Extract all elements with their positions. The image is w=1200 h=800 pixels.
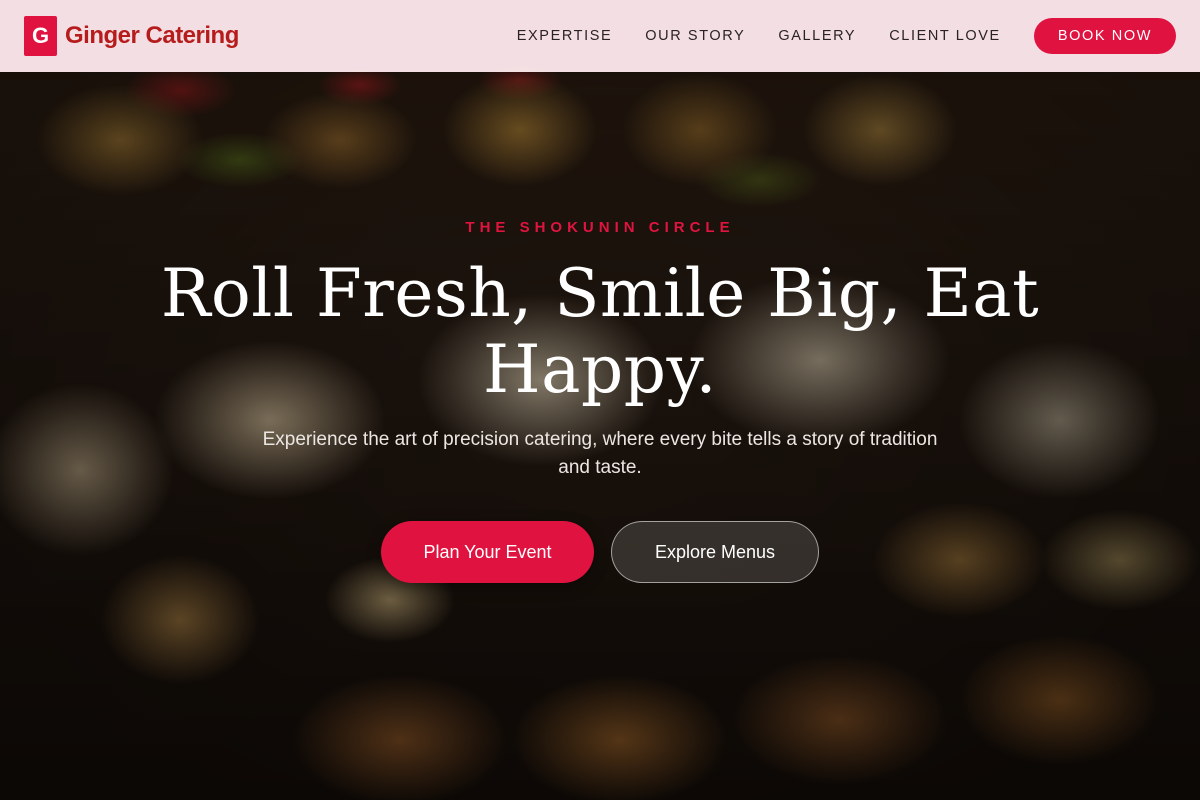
nav-link-client-love[interactable]: CLIENT LOVE <box>889 28 1001 44</box>
nav-link-expertise[interactable]: EXPERTISE <box>517 28 613 44</box>
brand-name: Ginger Catering <box>65 22 239 49</box>
logo-mark-icon: G <box>24 16 57 56</box>
plan-event-button[interactable]: Plan Your Event <box>381 521 594 583</box>
nav-link-gallery[interactable]: GALLERY <box>778 28 856 44</box>
nav-link-our-story[interactable]: OUR STORY <box>645 28 745 44</box>
brand-logo-link[interactable]: G Ginger Catering <box>24 16 239 56</box>
hero-cta-group: Plan Your Event Explore Menus <box>0 521 1200 583</box>
main-nav: EXPERTISE OUR STORY GALLERY CLIENT LOVE … <box>517 18 1176 54</box>
hero-section: THE SHOKUNIN CIRCLE Roll Fresh, Smile Bi… <box>0 0 1200 800</box>
hero-headline: Roll Fresh, Smile Big, Eat Happy. <box>160 255 1040 408</box>
site-header: G Ginger Catering EXPERTISE OUR STORY GA… <box>0 0 1200 72</box>
hero-eyebrow: THE SHOKUNIN CIRCLE <box>465 219 735 236</box>
book-now-button[interactable]: BOOK NOW <box>1033 18 1176 54</box>
explore-menus-button[interactable]: Explore Menus <box>611 521 819 583</box>
hero-subtext: Experience the art of precision catering… <box>262 429 938 478</box>
